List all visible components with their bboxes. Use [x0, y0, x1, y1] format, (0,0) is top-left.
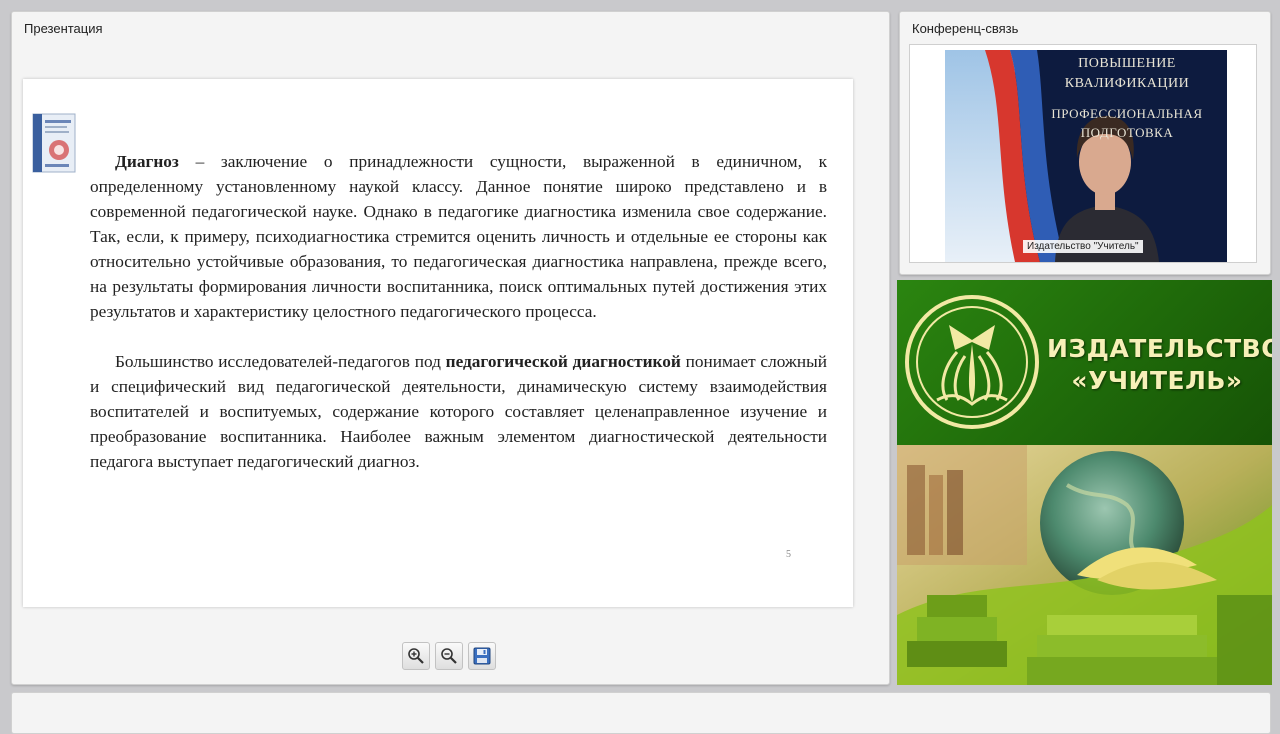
books-globe-illustration	[897, 445, 1272, 685]
conference-panel: Конференц-связь ПОВЫШЕНИЕ КВАЛИФИКАЦИИ П…	[899, 11, 1271, 275]
banner-line-1: ПОВЫШЕНИЕ	[1078, 56, 1176, 71]
term-diagnosis: Диагноз	[115, 152, 179, 171]
presentation-title: Презентация	[24, 21, 103, 36]
slide: Диагноз – заключение о принадлежности су…	[23, 79, 853, 607]
presentation-panel: Презентация Диагноз – заключение о прина…	[11, 11, 890, 685]
video-feed[interactable]: ПОВЫШЕНИЕ КВАЛИФИКАЦИИ ПРОФЕССИОНАЛЬНАЯ …	[945, 50, 1227, 262]
brand-panel: ИЗДАТЕЛЬСТВО «УЧИТЕЛЬ»	[897, 280, 1272, 685]
paragraph-1-text: – заключение о принадлежности сущности, …	[90, 152, 827, 321]
brand-name-line-1: ИЗДАТЕЛЬСТВО	[1047, 334, 1272, 363]
slide-paragraph-1: Диагноз – заключение о принадлежности су…	[90, 149, 827, 324]
zoom-out-icon	[441, 648, 457, 664]
term-pedagogical-diagnostics: педагогической диагностикой	[445, 352, 681, 371]
video-frame: ПОВЫШЕНИЕ КВАЛИФИКАЦИИ ПРОФЕССИОНАЛЬНАЯ …	[909, 44, 1257, 263]
banner-line-4: ПОДГОТОВКА	[1080, 125, 1174, 140]
video-caption: Издательство "Учитель"	[1023, 240, 1143, 253]
publisher-logo-icon	[905, 295, 1039, 429]
paragraph-2-lead: Большинство исследователей-педагогов под	[115, 352, 446, 371]
zoom-out-button[interactable]	[435, 642, 463, 670]
brand-name-line-2: «УЧИТЕЛЬ»	[1071, 366, 1243, 395]
conference-title: Конференц-связь	[912, 21, 1019, 36]
bottom-bar	[11, 692, 1271, 734]
banner-line-2: КВАЛИФИКАЦИИ	[1064, 76, 1190, 91]
zoom-in-button[interactable]	[402, 642, 430, 670]
zoom-in-icon	[408, 648, 424, 664]
slide-page-number: 5	[786, 549, 791, 560]
slide-paragraph-2: Большинство исследователей-педагогов под…	[90, 349, 827, 474]
save-button[interactable]	[468, 642, 496, 670]
slide-text: Диагноз – заключение о принадлежности су…	[90, 149, 827, 474]
banner-line-3: ПРОФЕССИОНАЛЬНАЯ	[1051, 106, 1203, 121]
brand-header: ИЗДАТЕЛЬСТВО «УЧИТЕЛЬ»	[897, 280, 1272, 445]
book-cover-logo	[32, 113, 76, 173]
floppy-disk-icon	[473, 647, 491, 665]
